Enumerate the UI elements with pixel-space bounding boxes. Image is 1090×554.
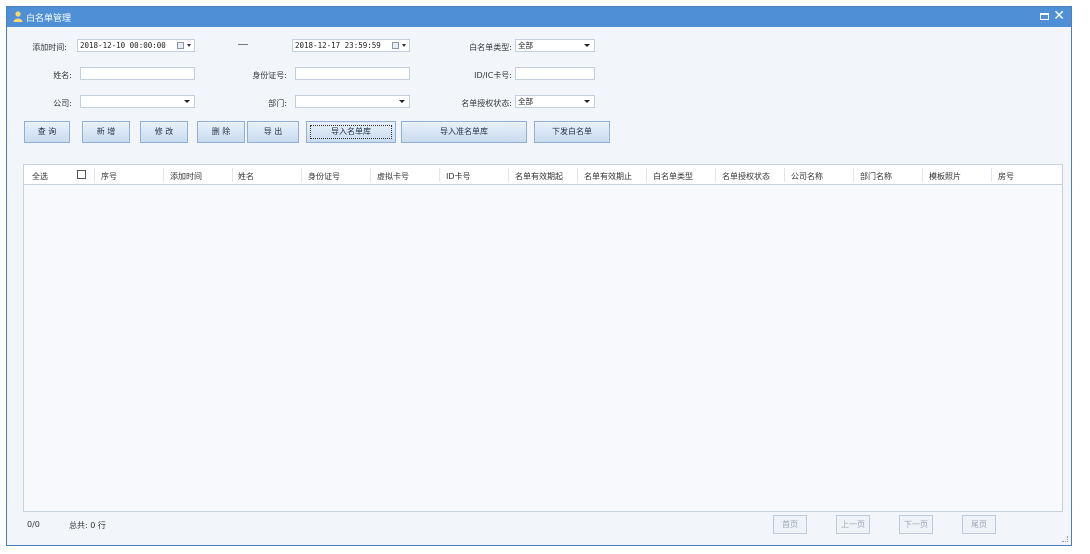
column-header[interactable]: 白名单类型 — [653, 171, 693, 182]
card-number-label: ID/IC卡号: — [474, 71, 512, 80]
whitelist-type-value: 全部 — [518, 41, 533, 50]
add-time-to-field[interactable]: 2018-12-17 23:59:59 — [292, 39, 410, 52]
add-button[interactable]: 新 增 — [82, 121, 130, 143]
column-header[interactable]: 公司名称 — [791, 171, 823, 182]
import-list-button[interactable]: 导入名单库 — [306, 121, 396, 143]
column-header[interactable]: 身份证号 — [308, 171, 340, 182]
column-header[interactable]: 房号 — [998, 171, 1014, 182]
last-page-button[interactable]: 尾页 — [962, 515, 996, 534]
company-label: 公司: — [53, 99, 72, 108]
title-bar: 白名单管理 ✕ — [7, 7, 1071, 27]
name-label: 姓名: — [53, 71, 72, 80]
next-page-button[interactable]: 下一页 — [899, 515, 933, 534]
import-quasi-list-button[interactable]: 导入准名单库 — [401, 121, 527, 143]
dropdown-icon — [584, 100, 590, 103]
column-header[interactable]: 序号 — [101, 171, 117, 182]
calendar-icon[interactable] — [392, 41, 407, 50]
dropdown-icon — [399, 100, 405, 103]
resize-grip[interactable] — [1062, 536, 1068, 542]
delete-button[interactable]: 删 除 — [197, 121, 245, 143]
calendar-icon[interactable] — [177, 41, 192, 50]
add-time-from-value: 2018-12-10 00:00:00 — [80, 41, 166, 50]
auth-status-label: 名单授权状态: — [461, 99, 512, 108]
column-header[interactable]: 模板照片 — [929, 171, 961, 182]
name-field[interactable] — [80, 67, 195, 80]
column-header[interactable]: 名单有效期止 — [584, 171, 632, 182]
column-header[interactable]: 名单有效期起 — [515, 171, 563, 182]
auth-status-value: 全部 — [518, 97, 533, 106]
issue-whitelist-button[interactable]: 下发白名单 — [534, 121, 610, 143]
column-header[interactable]: 添加时间 — [170, 171, 202, 182]
dropdown-icon — [184, 100, 190, 103]
id-number-label: 身份证号: — [252, 71, 287, 80]
add-time-to-value: 2018-12-17 23:59:59 — [295, 41, 381, 50]
maximize-icon[interactable] — [1040, 13, 1049, 20]
column-header[interactable]: 部门名称 — [860, 171, 892, 182]
add-time-label: 添加时间: — [32, 43, 67, 52]
whitelist-type-select[interactable]: 全部 — [515, 39, 595, 52]
record-count: 0/0 — [27, 520, 40, 529]
table-header: 全选 序号 添加时间 姓名 身份证号 虚拟卡号 ID卡号 名单有效期起 名单有效… — [24, 165, 1062, 185]
column-header[interactable]: 名单授权状态 — [722, 171, 770, 182]
auth-status-select[interactable]: 全部 — [515, 95, 595, 108]
id-number-field[interactable] — [295, 67, 410, 80]
checkbox-icon[interactable] — [77, 170, 86, 179]
department-label: 部门: — [268, 99, 287, 108]
whitelist-management-window: 白名单管理 ✕ 添加时间: 2018-12-10 00:00:00 2018-1… — [6, 6, 1072, 546]
column-header[interactable]: ID卡号 — [446, 171, 471, 182]
whitelist-table: 全选 序号 添加时间 姓名 身份证号 虚拟卡号 ID卡号 名单有效期起 名单有效… — [23, 164, 1063, 512]
dropdown-icon — [584, 44, 590, 47]
first-page-button[interactable]: 首页 — [773, 515, 807, 534]
total-rows: 总共: 0 行 — [69, 521, 106, 530]
column-header[interactable]: 虚拟卡号 — [377, 171, 409, 182]
company-select[interactable] — [80, 95, 195, 108]
user-icon — [13, 11, 23, 22]
close-icon[interactable]: ✕ — [1053, 8, 1065, 24]
department-select[interactable] — [295, 95, 410, 108]
range-separator — [238, 44, 248, 45]
select-all-label: 全选 — [32, 172, 48, 181]
card-number-field[interactable] — [515, 67, 595, 80]
prev-page-button[interactable]: 上一页 — [836, 515, 870, 534]
add-time-from-field[interactable]: 2018-12-10 00:00:00 — [77, 39, 195, 52]
whitelist-type-label: 白名单类型: — [469, 43, 512, 52]
edit-button[interactable]: 修 改 — [140, 121, 188, 143]
window-title: 白名单管理 — [26, 14, 72, 24]
column-header[interactable]: 姓名 — [238, 171, 254, 182]
export-button[interactable]: 导 出 — [247, 121, 299, 143]
query-button[interactable]: 查 询 — [24, 121, 70, 143]
